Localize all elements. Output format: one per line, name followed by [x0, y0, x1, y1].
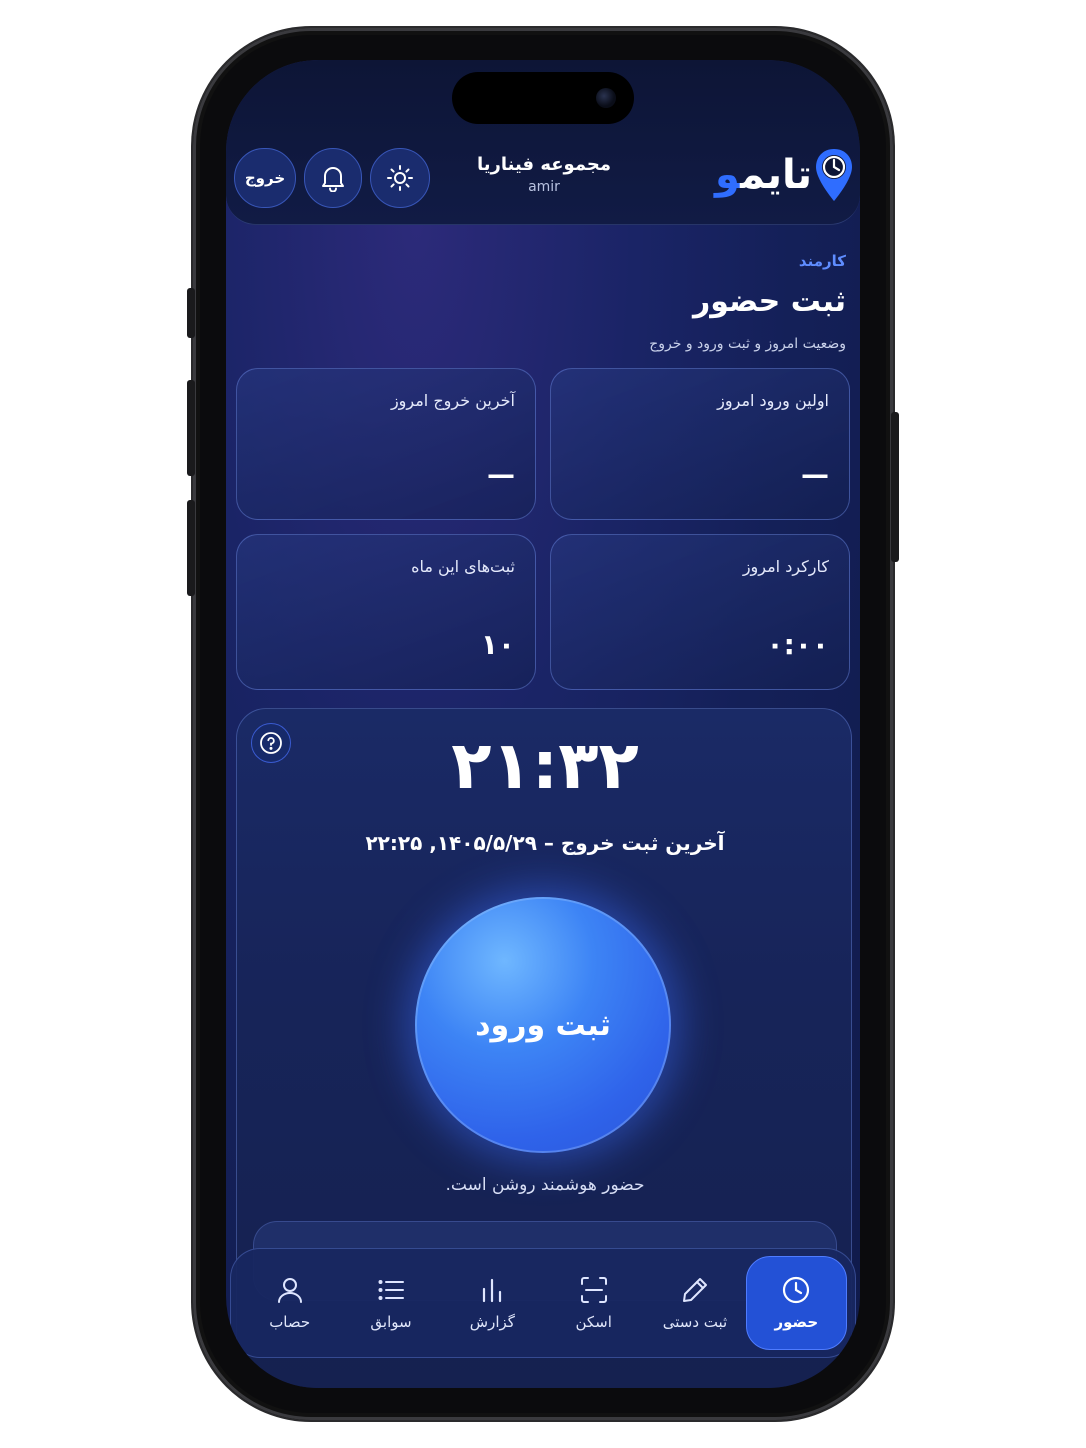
stat-card-first-entry: اولین ورود امروز —: [550, 368, 850, 520]
dynamic-island: [452, 72, 634, 124]
last-record-info: آخرین ثبت خروج – ۱۴۰۵/۵/۲۹, ۲۲:۲۵: [365, 831, 725, 855]
nav-label: اسکن: [575, 1313, 612, 1331]
stat-value: ۰:۰۰: [766, 628, 829, 661]
page-title: ثبت حضور: [693, 284, 846, 319]
scan-icon: [580, 1277, 607, 1303]
nav-item-attendance[interactable]: حضور: [745, 1256, 847, 1350]
check-in-button[interactable]: ثبت ورود: [415, 897, 671, 1153]
organization-name: مجموعه فیناریا: [476, 154, 612, 175]
user-icon: [277, 1278, 302, 1303]
stat-label: کارکرد امروز: [742, 557, 829, 576]
camera-icon: [596, 88, 616, 108]
notifications-button[interactable]: [304, 148, 362, 208]
app-logo: تایمو: [715, 144, 854, 206]
nav-label: گزارش: [469, 1313, 515, 1331]
logout-button[interactable]: خروج: [234, 148, 296, 208]
bell-icon: [322, 167, 344, 192]
stat-card-work-today: کارکرد امروز ۰:۰۰: [550, 534, 850, 690]
nav-item-scan[interactable]: اسکن: [543, 1256, 644, 1350]
page-subtitle: وضعیت امروز و ثبت ورود و خروج: [649, 336, 846, 352]
phone-action-button: [187, 288, 195, 338]
stat-label: اولین ورود امروز: [717, 391, 829, 410]
nav-label: حصاب: [269, 1313, 311, 1331]
smart-attendance-status: حضور هوشمند روشن است.: [445, 1175, 645, 1195]
phone-power-button: [891, 412, 899, 562]
nav-item-account[interactable]: حصاب: [239, 1256, 340, 1350]
phone-volume-up: [187, 380, 195, 476]
current-time: ۲۱:۳۲: [451, 727, 639, 804]
nav-item-report[interactable]: گزارش: [442, 1256, 543, 1350]
stat-label: ثبت‌های این ماه: [411, 557, 515, 576]
stat-value: —: [801, 458, 829, 491]
app-screen: تایمو مجموعه فیناریا amir خروج کارمند ثب…: [226, 60, 860, 1388]
nav-label: سوابق: [370, 1313, 412, 1331]
sun-icon: [387, 165, 413, 191]
stat-card-last-exit: آخرین خروج امروز —: [236, 368, 536, 520]
location-clock-icon: [814, 147, 854, 203]
nav-label: حضور: [774, 1313, 819, 1331]
phone-volume-down: [187, 500, 195, 596]
list-icon: [378, 1280, 405, 1300]
stat-value: —: [487, 458, 515, 491]
stat-card-month-records: ثبت‌های این ماه ۱۰: [236, 534, 536, 690]
organization-info: مجموعه فیناریا amir: [444, 154, 644, 195]
nav-item-history[interactable]: سوابق: [340, 1256, 441, 1350]
username: amir: [528, 179, 560, 195]
stat-label: آخرین خروج امروز: [390, 391, 515, 410]
stat-value: ۱۰: [480, 628, 515, 661]
pencil-icon: [683, 1278, 707, 1302]
user-role: کارمند: [798, 252, 846, 270]
nav-item-manual-entry[interactable]: ثبت دستی: [644, 1256, 745, 1350]
chart-icon: [483, 1278, 502, 1303]
theme-toggle-button[interactable]: [370, 148, 430, 208]
bottom-navigation: حضور ثبت دستی اسکن گزارش سوابق حصاب: [230, 1248, 856, 1358]
nav-label: ثبت دستی: [662, 1313, 728, 1331]
logo-text: تایمو: [715, 152, 813, 198]
clock-icon: [783, 1276, 810, 1304]
